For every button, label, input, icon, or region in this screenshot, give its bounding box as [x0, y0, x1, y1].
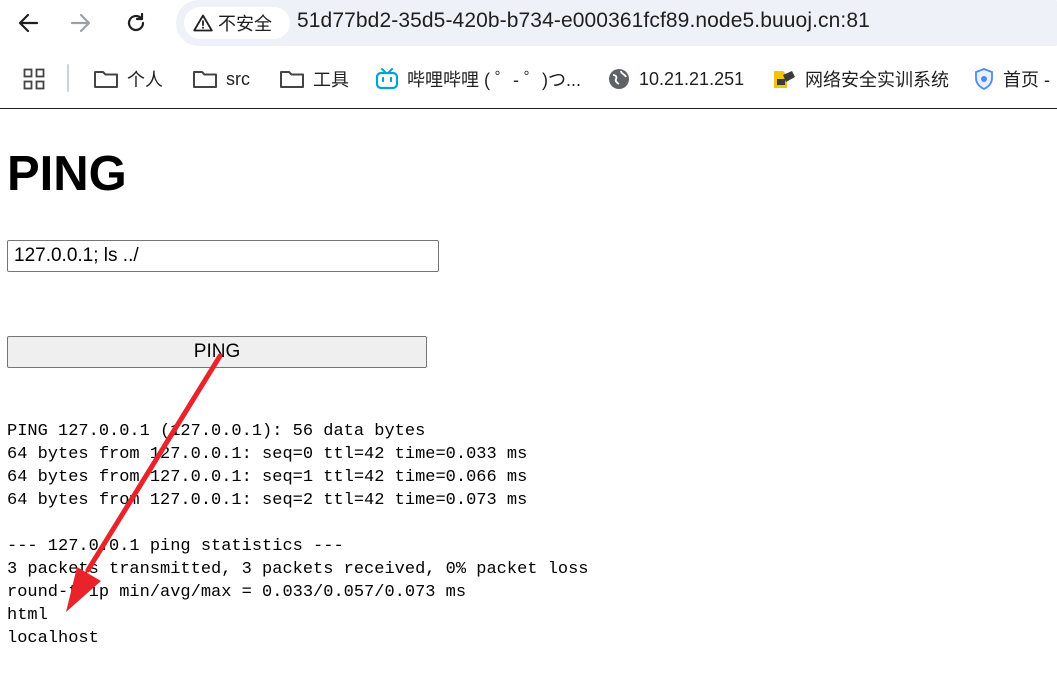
bookmark-bilibili[interactable]: 哔哩哔哩 ( ゜- ゜)つ... — [375, 66, 581, 92]
bilibili-icon — [375, 68, 399, 90]
apps-button[interactable] — [23, 66, 45, 92]
chrome-divider — [0, 108, 1057, 109]
folder-icon — [93, 69, 119, 89]
output-line: localhost — [7, 629, 99, 648]
forward-arrow-icon — [70, 13, 91, 33]
back-arrow-icon — [18, 13, 39, 33]
bookmark-label: 工具 — [313, 70, 349, 90]
folder-icon — [279, 69, 305, 89]
command-output: PING 127.0.0.1 (127.0.0.1): 56 data byte… — [7, 420, 589, 650]
bookmark-label: 网络安全实训系统 — [805, 70, 949, 90]
bookmark-folder-personal[interactable]: 个人 — [93, 66, 163, 92]
bookmark-label: src — [226, 68, 250, 89]
url-text[interactable]: 51d77bd2-35d5-420b-b734-e000361fcf89.nod… — [297, 9, 870, 33]
output-line: html — [7, 606, 48, 625]
bookmark-home[interactable]: 首页 - — [973, 66, 1050, 92]
bookmark-folder-src[interactable]: src — [192, 66, 250, 92]
site-icon — [771, 67, 797, 91]
shield-icon — [973, 67, 995, 91]
warning-icon — [193, 14, 213, 32]
bookmark-label: 首页 - — [1003, 70, 1050, 90]
browser-toolbar: 不安全 51d77bd2-35d5-420b-b734-e000361fcf89… — [0, 0, 1057, 52]
output-line: round-trip min/avg/max = 0.033/0.057/0.0… — [7, 583, 467, 602]
bookmark-label: 哔哩哔哩 ( ゜- ゜)つ... — [407, 70, 581, 90]
bookmark-ip-address[interactable]: 10.21.21.251 — [607, 66, 744, 92]
ping-button[interactable]: PING — [7, 336, 427, 368]
bookmarks-bar: 个人 src 工具 哔哩哔哩 ( ゜- ゜)つ... 10.21.21.251 … — [0, 52, 1057, 108]
globe-icon — [607, 67, 631, 91]
security-indicator[interactable]: 不安全 — [184, 7, 290, 39]
ip-input[interactable] — [7, 240, 439, 272]
reload-button[interactable] — [118, 9, 154, 37]
back-button[interactable] — [10, 9, 46, 37]
output-line: --- 127.0.0.1 ping statistics --- — [7, 537, 344, 556]
address-bar[interactable]: 不安全 51d77bd2-35d5-420b-b734-e000361fcf89… — [176, 0, 1057, 46]
security-label: 不安全 — [218, 14, 272, 34]
output-line: PING 127.0.0.1 (127.0.0.1): 56 data byte… — [7, 422, 426, 441]
apps-grid-icon — [23, 68, 45, 90]
bookmarks-separator — [67, 64, 69, 92]
reload-icon — [127, 12, 145, 32]
output-line: 3 packets transmitted, 3 packets receive… — [7, 560, 589, 579]
bookmark-security-training[interactable]: 网络安全实训系统 — [771, 66, 949, 92]
output-line: 64 bytes from 127.0.0.1: seq=2 ttl=42 ti… — [7, 491, 528, 510]
output-line: 64 bytes from 127.0.0.1: seq=0 ttl=42 ti… — [7, 445, 528, 464]
page-title: PING — [7, 147, 127, 201]
forward-button[interactable] — [63, 9, 99, 37]
bookmark-label: 个人 — [127, 70, 163, 90]
output-line: 64 bytes from 127.0.0.1: seq=1 ttl=42 ti… — [7, 468, 528, 487]
bookmark-label: 10.21.21.251 — [639, 68, 745, 89]
folder-icon — [192, 69, 218, 89]
bookmark-folder-tools[interactable]: 工具 — [279, 66, 349, 92]
